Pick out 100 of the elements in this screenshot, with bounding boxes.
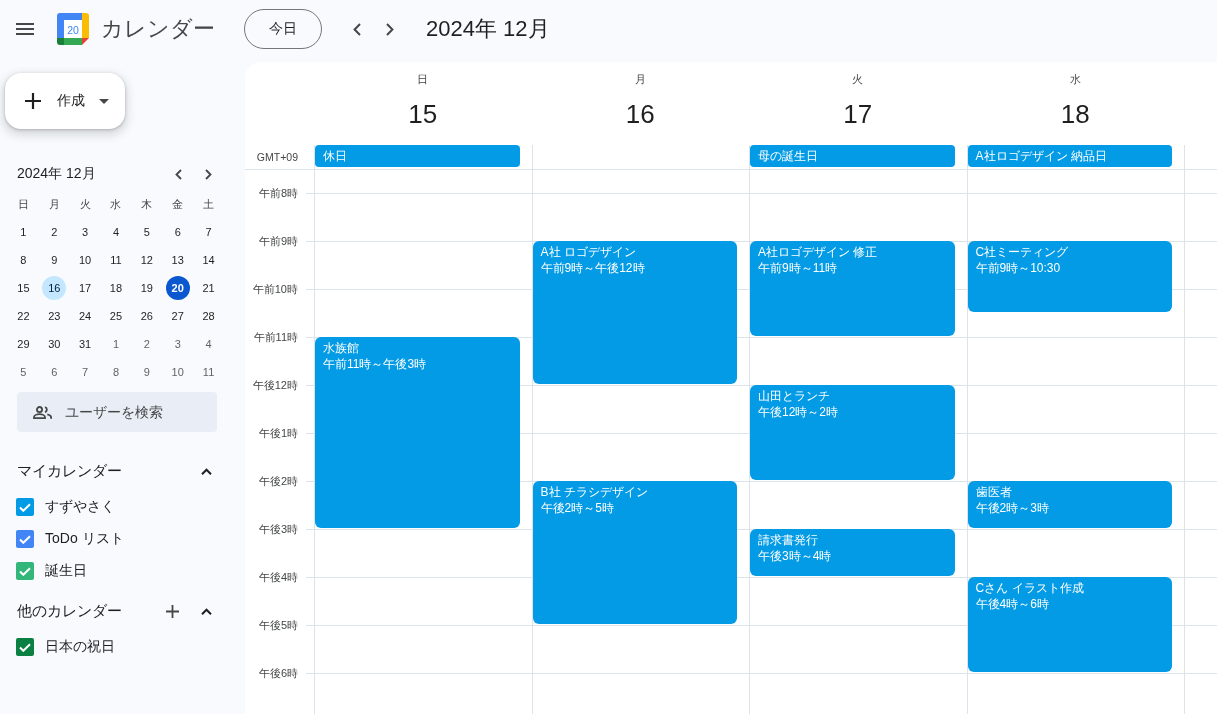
hour-label: 午後1時 <box>258 427 298 439</box>
hour-label: 午前11時 <box>253 331 298 343</box>
calendar-logo: 20 <box>57 13 89 45</box>
hour-label: 午後4時 <box>258 571 298 583</box>
date-button[interactable]: 8 <box>11 248 36 272</box>
date-button[interactable]: 4 <box>104 220 128 244</box>
date-button[interactable]: 24 <box>73 304 98 328</box>
weekday-label: 日 <box>17 197 29 211</box>
chevron-left-icon[interactable] <box>353 22 361 36</box>
date-button[interactable]: 16 <box>42 276 67 300</box>
weekday-label: 月 <box>48 197 60 211</box>
hour-label: 午後12時 <box>252 379 298 391</box>
date-button[interactable]: 25 <box>104 304 128 328</box>
date-button[interactable]: 7 <box>73 360 98 384</box>
date-number[interactable]: 17 <box>843 98 873 130</box>
date-button[interactable]: 4 <box>196 332 221 356</box>
month-title: 2024年 12月 <box>17 165 97 183</box>
date-button[interactable]: 2 <box>42 220 67 244</box>
weekday-label: 日 <box>417 72 429 86</box>
date-number[interactable]: 16 <box>625 98 655 130</box>
hour-label: 午後5時 <box>258 619 298 631</box>
date-button[interactable]: 2 <box>134 332 159 356</box>
chevron-up-icon[interactable] <box>201 607 212 615</box>
date-button[interactable]: 26 <box>134 304 159 328</box>
date-button[interactable]: 1 <box>104 332 128 356</box>
weekday-label: 木 <box>141 197 153 211</box>
people-icon <box>33 406 52 419</box>
calendar-name[interactable]: 日本の祝日 <box>45 638 115 656</box>
date-button[interactable]: 6 <box>42 360 67 384</box>
weekday-label: 土 <box>203 197 215 211</box>
date-button[interactable]: 20 <box>165 276 190 300</box>
check-icon <box>19 642 31 652</box>
date-button[interactable]: 7 <box>196 220 221 244</box>
date-button[interactable]: 19 <box>134 276 159 300</box>
date-button[interactable]: 31 <box>73 332 98 356</box>
date-button[interactable]: 14 <box>196 248 221 272</box>
chevron-up-icon[interactable] <box>201 467 212 475</box>
date-button[interactable]: 5 <box>11 360 36 384</box>
calendar-checkbox[interactable] <box>16 530 34 548</box>
weekday-label: 水 <box>110 197 122 211</box>
hour-label: 午前9時 <box>258 235 298 247</box>
date-button[interactable]: 23 <box>42 304 67 328</box>
chevron-right-icon[interactable] <box>386 22 394 36</box>
calendar-name[interactable]: すずやさく <box>45 498 115 516</box>
date-button[interactable]: 22 <box>11 304 36 328</box>
date-button[interactable]: 6 <box>165 220 190 244</box>
date-button[interactable]: 17 <box>73 276 98 300</box>
period-title: 2024年 12月 <box>426 15 550 43</box>
weekday-label: 火 <box>852 72 864 86</box>
timezone-label: GMT+09 <box>256 151 298 163</box>
weekday-label: 火 <box>79 197 91 211</box>
date-button[interactable]: 11 <box>104 248 128 272</box>
menu-icon[interactable] <box>16 23 34 35</box>
calendar-checkbox[interactable] <box>16 562 34 580</box>
hour-label: 午後3時 <box>258 523 298 535</box>
weekday-label: 水 <box>1069 72 1081 86</box>
date-button[interactable]: 12 <box>134 248 159 272</box>
date-button[interactable]: 3 <box>165 332 190 356</box>
check-icon <box>19 502 31 512</box>
calendar-checkbox[interactable] <box>16 498 34 516</box>
date-button[interactable]: 9 <box>134 360 159 384</box>
create-button[interactable]: 作成 <box>5 73 125 129</box>
people-search-field[interactable]: ユーザーを検索 <box>17 392 217 432</box>
date-button[interactable]: 11 <box>196 360 221 384</box>
date-number[interactable]: 15 <box>408 98 438 130</box>
app-name: カレンダー <box>101 15 215 43</box>
section-title: 他のカレンダー <box>17 601 123 621</box>
date-button[interactable]: 30 <box>42 332 67 356</box>
hour-label: 午前10時 <box>252 283 298 295</box>
date-number[interactable]: 18 <box>1060 98 1090 130</box>
calendar-name[interactable]: ToDo リスト <box>45 530 124 548</box>
date-button[interactable]: 13 <box>165 248 190 272</box>
date-button[interactable]: 8 <box>104 360 128 384</box>
date-button[interactable]: 18 <box>104 276 128 300</box>
section-title: マイカレンダー <box>17 461 123 481</box>
chevron-left-icon[interactable] <box>175 168 182 180</box>
date-button[interactable]: 1 <box>11 220 36 244</box>
calendar-name[interactable]: 誕生日 <box>45 562 87 580</box>
date-button[interactable]: 28 <box>196 304 221 328</box>
caret-icon <box>99 98 109 104</box>
date-button[interactable]: 5 <box>134 220 159 244</box>
plus-icon <box>25 93 41 109</box>
date-button[interactable]: 21 <box>196 276 221 300</box>
weekday-label: 月 <box>634 72 646 86</box>
check-icon <box>19 566 31 576</box>
check-icon <box>19 534 31 544</box>
hour-label: 午後2時 <box>258 475 298 487</box>
date-button[interactable]: 15 <box>11 276 36 300</box>
calendar-checkbox[interactable] <box>16 638 34 656</box>
date-button[interactable]: 9 <box>42 248 67 272</box>
plus-icon[interactable] <box>166 604 179 618</box>
date-button[interactable]: 27 <box>165 304 190 328</box>
date-button[interactable]: 29 <box>11 332 36 356</box>
hour-label: 午後6時 <box>258 667 298 679</box>
date-button[interactable]: 10 <box>73 248 98 272</box>
weekday-label: 金 <box>172 197 184 211</box>
chevron-right-icon[interactable] <box>205 168 212 180</box>
hour-label: 午前8時 <box>258 187 298 199</box>
date-button[interactable]: 10 <box>165 360 190 384</box>
date-button[interactable]: 3 <box>73 220 98 244</box>
